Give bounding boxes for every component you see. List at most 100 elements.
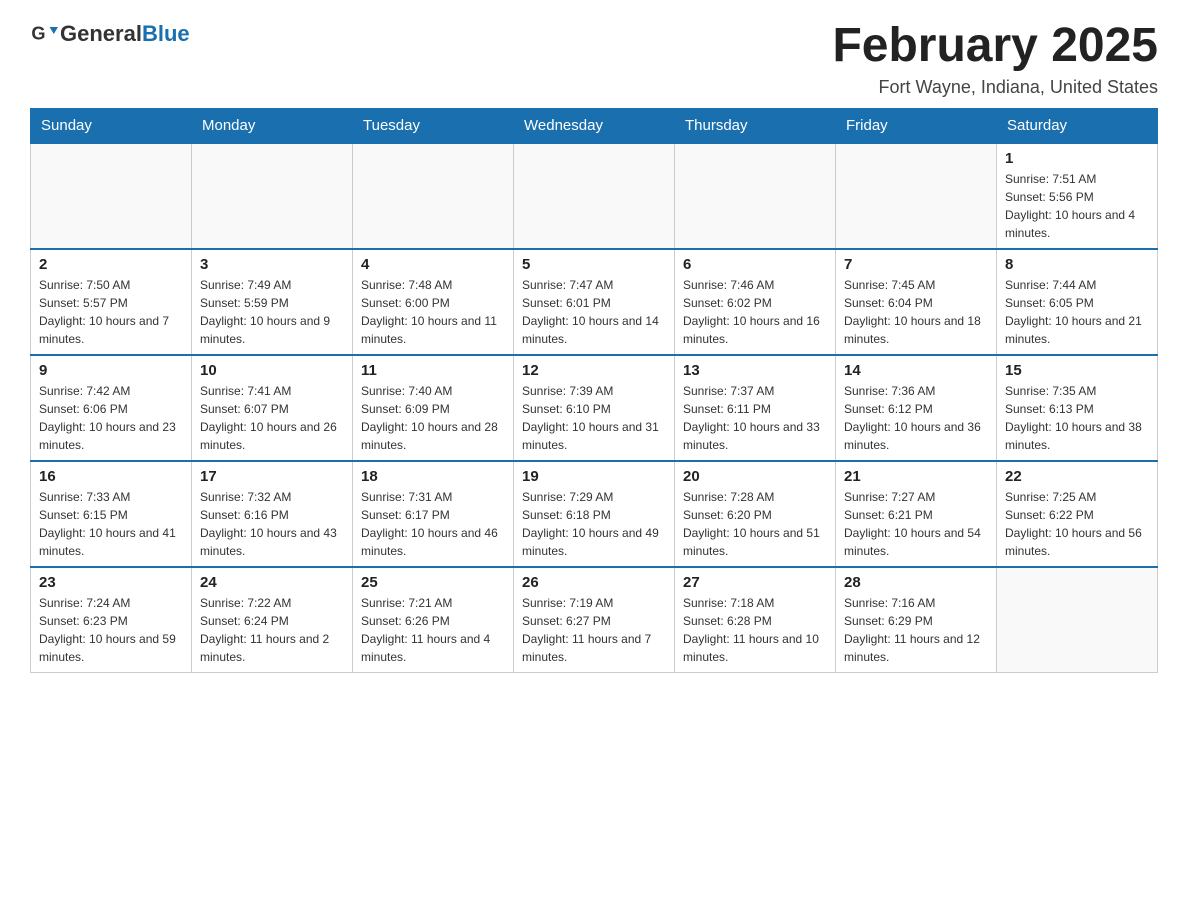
day-info: Sunrise: 7:50 AM Sunset: 5:57 PM Dayligh… xyxy=(39,276,183,348)
calendar-cell: 13 Sunrise: 7:37 AM Sunset: 6:11 PM Dayli… xyxy=(675,355,836,461)
day-header-saturday: Saturday xyxy=(997,108,1158,143)
day-info: Sunrise: 7:46 AM Sunset: 6:02 PM Dayligh… xyxy=(683,276,827,348)
day-number: 2 xyxy=(39,256,183,273)
day-number: 5 xyxy=(522,256,666,273)
day-info: Sunrise: 7:28 AM Sunset: 6:20 PM Dayligh… xyxy=(683,488,827,560)
logo-blue-text: Blue xyxy=(142,21,190,46)
day-info: Sunrise: 7:39 AM Sunset: 6:10 PM Dayligh… xyxy=(522,382,666,454)
day-info: Sunrise: 7:27 AM Sunset: 6:21 PM Dayligh… xyxy=(844,488,988,560)
day-info: Sunrise: 7:37 AM Sunset: 6:11 PM Dayligh… xyxy=(683,382,827,454)
day-info: Sunrise: 7:47 AM Sunset: 6:01 PM Dayligh… xyxy=(522,276,666,348)
calendar-cell: 22 Sunrise: 7:25 AM Sunset: 6:22 PM Dayli… xyxy=(997,461,1158,567)
day-info: Sunrise: 7:16 AM Sunset: 6:29 PM Dayligh… xyxy=(844,594,988,666)
calendar-cell xyxy=(836,143,997,249)
calendar-cell: 18Sunrise: 7:31 AM Sunset: 6:17 PM Dayli… xyxy=(353,461,514,567)
day-info: Sunrise: 7:21 AM Sunset: 6:26 PM Dayligh… xyxy=(361,594,505,666)
day-header-tuesday: Tuesday xyxy=(353,108,514,143)
day-info: Sunrise: 7:45 AM Sunset: 6:04 PM Dayligh… xyxy=(844,276,988,348)
day-number: 24 xyxy=(200,574,344,591)
day-number: 25 xyxy=(361,574,505,591)
calendar-cell: 28 Sunrise: 7:16 AM Sunset: 6:29 PM Dayli… xyxy=(836,567,997,673)
week-row-4: 16 Sunrise: 7:33 AM Sunset: 6:15 PM Dayli… xyxy=(31,461,1158,567)
day-number: 6 xyxy=(683,256,827,273)
day-number: 14 xyxy=(844,362,988,379)
day-number: 23 xyxy=(39,574,183,591)
logo-general-text: General xyxy=(60,21,142,46)
calendar-cell: 12Sunrise: 7:39 AM Sunset: 6:10 PM Dayli… xyxy=(514,355,675,461)
day-number: 4 xyxy=(361,256,505,273)
day-info: Sunrise: 7:49 AM Sunset: 5:59 PM Dayligh… xyxy=(200,276,344,348)
calendar-cell: 8 Sunrise: 7:44 AM Sunset: 6:05 PM Daylig… xyxy=(997,249,1158,355)
day-info: Sunrise: 7:32 AM Sunset: 6:16 PM Dayligh… xyxy=(200,488,344,560)
day-number: 10 xyxy=(200,362,344,379)
day-number: 21 xyxy=(844,468,988,485)
calendar-cell: 5 Sunrise: 7:47 AM Sunset: 6:01 PM Daylig… xyxy=(514,249,675,355)
day-info: Sunrise: 7:25 AM Sunset: 6:22 PM Dayligh… xyxy=(1005,488,1149,560)
day-info: Sunrise: 7:36 AM Sunset: 6:12 PM Dayligh… xyxy=(844,382,988,454)
day-number: 17 xyxy=(200,468,344,485)
day-info: Sunrise: 7:33 AM Sunset: 6:15 PM Dayligh… xyxy=(39,488,183,560)
day-number: 15 xyxy=(1005,362,1149,379)
page-header: G GeneralBlue February 2025 Fort Wayne, … xyxy=(30,20,1158,98)
day-info: Sunrise: 7:41 AM Sunset: 6:07 PM Dayligh… xyxy=(200,382,344,454)
day-info: Sunrise: 7:18 AM Sunset: 6:28 PM Dayligh… xyxy=(683,594,827,666)
calendar-header-row: SundayMondayTuesdayWednesdayThursdayFrid… xyxy=(31,108,1158,143)
calendar-cell: 1 Sunrise: 7:51 AM Sunset: 5:56 PM Daylig… xyxy=(997,143,1158,249)
calendar-cell: 15 Sunrise: 7:35 AM Sunset: 6:13 PM Dayli… xyxy=(997,355,1158,461)
calendar-cell: 11 Sunrise: 7:40 AM Sunset: 6:09 PM Dayli… xyxy=(353,355,514,461)
day-number: 28 xyxy=(844,574,988,591)
day-header-thursday: Thursday xyxy=(675,108,836,143)
day-number: 8 xyxy=(1005,256,1149,273)
day-number: 3 xyxy=(200,256,344,273)
calendar-cell: 6 Sunrise: 7:46 AM Sunset: 6:02 PM Daylig… xyxy=(675,249,836,355)
calendar-cell: 24 Sunrise: 7:22 AM Sunset: 6:24 PM Dayli… xyxy=(192,567,353,673)
calendar-cell: 19 Sunrise: 7:29 AM Sunset: 6:18 PM Dayli… xyxy=(514,461,675,567)
location-text: Fort Wayne, Indiana, United States xyxy=(832,77,1158,98)
week-row-1: 1 Sunrise: 7:51 AM Sunset: 5:56 PM Daylig… xyxy=(31,143,1158,249)
calendar-cell xyxy=(31,143,192,249)
day-info: Sunrise: 7:51 AM Sunset: 5:56 PM Dayligh… xyxy=(1005,170,1149,242)
calendar-cell: 21 Sunrise: 7:27 AM Sunset: 6:21 PM Dayli… xyxy=(836,461,997,567)
calendar-cell: 25 Sunrise: 7:21 AM Sunset: 6:26 PM Dayli… xyxy=(353,567,514,673)
calendar-table: SundayMondayTuesdayWednesdayThursdayFrid… xyxy=(30,108,1158,673)
day-info: Sunrise: 7:44 AM Sunset: 6:05 PM Dayligh… xyxy=(1005,276,1149,348)
day-info: Sunrise: 7:22 AM Sunset: 6:24 PM Dayligh… xyxy=(200,594,344,666)
logo: G GeneralBlue xyxy=(30,20,190,48)
day-number: 11 xyxy=(361,362,505,379)
week-row-5: 23Sunrise: 7:24 AM Sunset: 6:23 PM Dayli… xyxy=(31,567,1158,673)
day-info: Sunrise: 7:31 AM Sunset: 6:17 PM Dayligh… xyxy=(361,488,505,560)
day-info: Sunrise: 7:42 AM Sunset: 6:06 PM Dayligh… xyxy=(39,382,183,454)
calendar-cell xyxy=(514,143,675,249)
day-info: Sunrise: 7:40 AM Sunset: 6:09 PM Dayligh… xyxy=(361,382,505,454)
calendar-cell: 16 Sunrise: 7:33 AM Sunset: 6:15 PM Dayli… xyxy=(31,461,192,567)
calendar-cell xyxy=(353,143,514,249)
day-number: 9 xyxy=(39,362,183,379)
day-number: 13 xyxy=(683,362,827,379)
calendar-cell: 4 Sunrise: 7:48 AM Sunset: 6:00 PM Daylig… xyxy=(353,249,514,355)
calendar-cell: 20 Sunrise: 7:28 AM Sunset: 6:20 PM Dayli… xyxy=(675,461,836,567)
calendar-cell xyxy=(675,143,836,249)
svg-text:G: G xyxy=(31,24,45,44)
day-number: 20 xyxy=(683,468,827,485)
calendar-cell: 23Sunrise: 7:24 AM Sunset: 6:23 PM Dayli… xyxy=(31,567,192,673)
day-number: 7 xyxy=(844,256,988,273)
day-header-monday: Monday xyxy=(192,108,353,143)
logo-icon: G xyxy=(30,20,58,48)
day-number: 19 xyxy=(522,468,666,485)
day-number: 27 xyxy=(683,574,827,591)
day-header-wednesday: Wednesday xyxy=(514,108,675,143)
calendar-cell: 7 Sunrise: 7:45 AM Sunset: 6:04 PM Daylig… xyxy=(836,249,997,355)
calendar-cell: 2 Sunrise: 7:50 AM Sunset: 5:57 PM Daylig… xyxy=(31,249,192,355)
week-row-2: 2 Sunrise: 7:50 AM Sunset: 5:57 PM Daylig… xyxy=(31,249,1158,355)
day-info: Sunrise: 7:19 AM Sunset: 6:27 PM Dayligh… xyxy=(522,594,666,666)
day-info: Sunrise: 7:29 AM Sunset: 6:18 PM Dayligh… xyxy=(522,488,666,560)
day-number: 16 xyxy=(39,468,183,485)
day-number: 1 xyxy=(1005,150,1149,167)
day-header-sunday: Sunday xyxy=(31,108,192,143)
day-header-friday: Friday xyxy=(836,108,997,143)
day-number: 22 xyxy=(1005,468,1149,485)
calendar-cell: 10 Sunrise: 7:41 AM Sunset: 6:07 PM Dayli… xyxy=(192,355,353,461)
day-info: Sunrise: 7:48 AM Sunset: 6:00 PM Dayligh… xyxy=(361,276,505,348)
day-info: Sunrise: 7:35 AM Sunset: 6:13 PM Dayligh… xyxy=(1005,382,1149,454)
calendar-cell: 26Sunrise: 7:19 AM Sunset: 6:27 PM Dayli… xyxy=(514,567,675,673)
